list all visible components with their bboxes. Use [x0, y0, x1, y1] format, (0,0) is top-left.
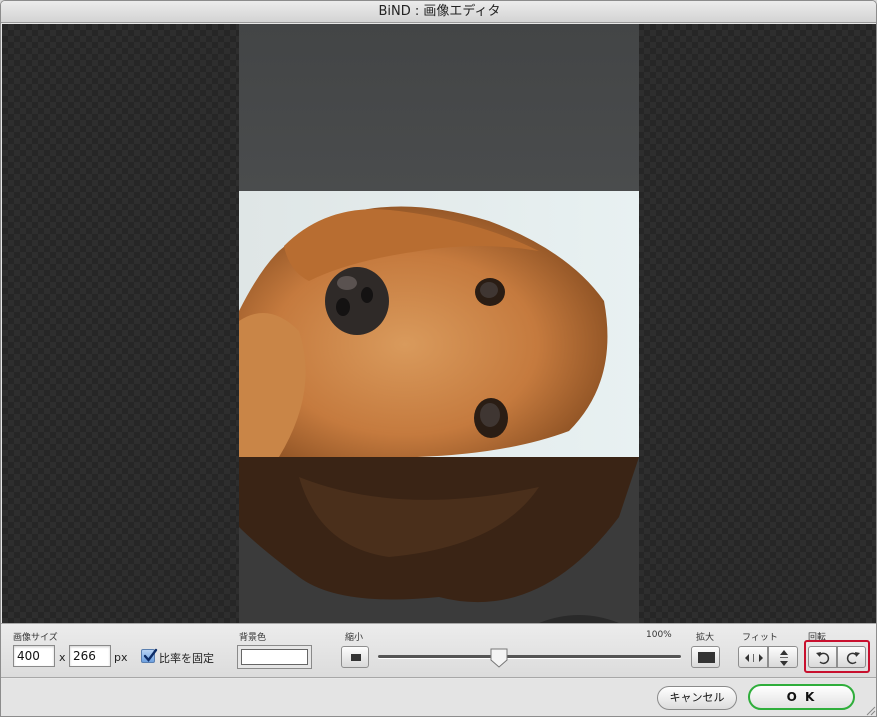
crop-shade-top	[239, 24, 639, 191]
keep-ratio-checkbox[interactable]	[141, 648, 158, 663]
image-canvas[interactable]	[2, 24, 876, 623]
zoom-slider-track[interactable]	[378, 655, 681, 658]
checkmark-icon	[143, 648, 158, 662]
image-editor-window: BiND : 画像エディタ 画像サイズ 400 x 266 px 比率を固定 背…	[0, 0, 877, 717]
rotate-left-icon	[816, 652, 830, 665]
resize-grip-icon[interactable]	[864, 704, 876, 716]
zoom-slider-thumb[interactable]	[490, 648, 508, 668]
shrink-label: 縮小	[345, 633, 364, 643]
zoom-in-button[interactable]	[691, 646, 720, 668]
rotate-left-button[interactable]	[808, 646, 837, 668]
fit-height-icon	[780, 650, 788, 666]
fit-width-button[interactable]	[738, 646, 768, 668]
keep-ratio-label: 比率を固定	[159, 652, 214, 665]
image-size-label: 画像サイズ	[13, 633, 58, 643]
bg-color-well[interactable]	[237, 645, 312, 669]
rotate-right-icon	[846, 652, 860, 665]
editor-toolbar: 画像サイズ 400 x 266 px 比率を固定 背景色 縮小 100% 拡大 …	[1, 623, 876, 678]
unit-label: px	[114, 651, 128, 664]
dialog-footer: キャンセル O K	[1, 679, 876, 716]
zoom-percent: 100%	[646, 630, 672, 640]
rotate-right-button[interactable]	[837, 646, 866, 668]
window-title: BiND : 画像エディタ	[1, 1, 876, 23]
bg-color-label: 背景色	[239, 633, 267, 643]
crop-shade-bottom	[239, 457, 639, 623]
bg-color-swatch	[241, 649, 308, 665]
fit-label: フィット	[742, 633, 778, 643]
zoom-out-icon	[351, 654, 361, 661]
height-input[interactable]: 266	[69, 645, 111, 667]
zoom-in-icon	[698, 652, 715, 663]
fit-width-icon	[745, 654, 763, 662]
ok-button[interactable]: O K	[748, 684, 855, 710]
image-preview	[239, 24, 639, 623]
width-input[interactable]: 400	[13, 645, 55, 667]
zoom-out-button[interactable]	[341, 646, 369, 668]
enlarge-label: 拡大	[696, 633, 715, 643]
times-label: x	[59, 651, 66, 664]
dog-photo	[239, 191, 639, 457]
fit-height-button[interactable]	[768, 646, 798, 668]
cancel-button[interactable]: キャンセル	[657, 686, 737, 710]
